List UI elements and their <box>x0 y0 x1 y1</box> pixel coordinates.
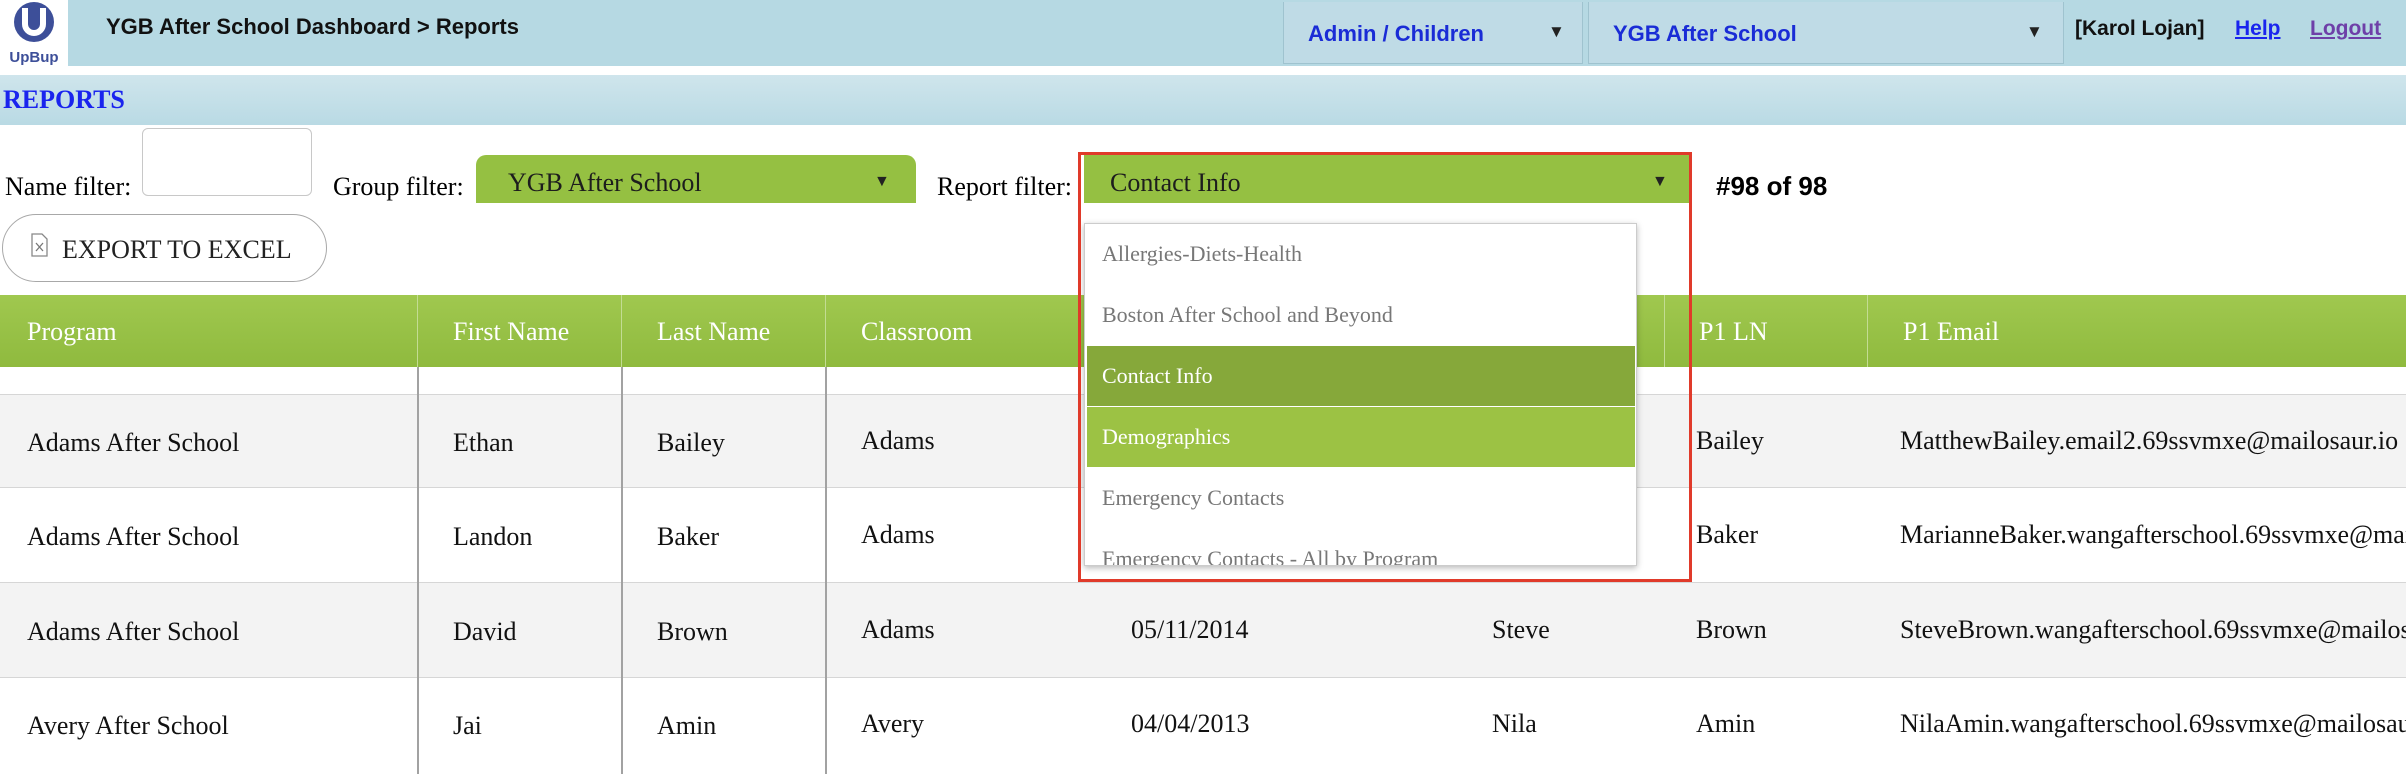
cell-program: Avery After School <box>27 711 229 740</box>
cell-p1-fn: Steve <box>1492 615 1550 644</box>
cell-last-name: Baker <box>657 522 720 551</box>
chevron-down-icon: ▼ <box>2026 22 2043 41</box>
chevron-down-icon: ▼ <box>1548 22 1565 41</box>
report-filter-label: Report filter: <box>937 172 1073 201</box>
cell-classroom: Avery <box>861 709 925 738</box>
cell-last-name: Bailey <box>657 428 725 457</box>
column-line <box>621 367 623 774</box>
page-title: REPORTS <box>3 85 125 114</box>
chevron-down-icon: ▼ <box>874 173 890 190</box>
report-option-hovered[interactable]: Demographics <box>1087 407 1635 467</box>
report-filter-select[interactable]: Contact Info ▼ <box>1084 155 1690 203</box>
column-header-p1-email[interactable]: P1 Email <box>1903 317 1999 347</box>
column-header-first-name[interactable]: First Name <box>453 317 569 347</box>
cell-p1-email: NilaAmin.wangafterschool.69ssvmxe@mailos… <box>1900 709 2406 738</box>
cell-classroom: Adams <box>861 426 935 455</box>
row-divider <box>0 677 2406 678</box>
column-divider <box>417 295 418 367</box>
cell-classroom: Adams <box>861 615 935 644</box>
report-filter-value: Contact Info <box>1110 168 1241 197</box>
export-to-excel-button[interactable]: EXPORT TO EXCEL <box>2 214 327 282</box>
cell-p1-ln: Amin <box>1696 709 1756 738</box>
cell-dob: 04/04/2013 <box>1131 709 1250 738</box>
column-divider <box>1867 295 1868 367</box>
cell-p1-fn: Nila <box>1492 709 1537 738</box>
cell-p1-email: SteveBrown.wangafterschool.69ssvmxe@mail… <box>1900 615 2406 644</box>
top-header: UpBup YGB After School Dashboard > Repor… <box>0 0 2406 66</box>
site-select-value: YGB After School <box>1613 21 1797 46</box>
report-option[interactable]: Emergency Contacts <box>1087 468 1635 528</box>
report-option-selected[interactable]: Contact Info <box>1087 346 1635 406</box>
column-header-program[interactable]: Program <box>27 317 117 347</box>
breadcrumb: YGB After School Dashboard > Reports <box>106 14 519 39</box>
logout-link[interactable]: Logout <box>2310 17 2381 41</box>
column-line <box>417 367 419 774</box>
column-divider <box>621 295 622 367</box>
cell-classroom: Adams <box>861 520 935 549</box>
excel-file-icon <box>31 233 48 257</box>
cell-p1-email: MatthewBailey.email2.69ssvmxe@mailosaur.… <box>1900 426 2399 455</box>
column-header-p1-ln[interactable]: P1 LN <box>1699 317 1768 347</box>
column-header-classroom[interactable]: Classroom <box>861 317 972 347</box>
record-count: #98 of 98 <box>1716 171 1828 201</box>
cell-p1-ln: Baker <box>1696 520 1759 549</box>
reports-bar: REPORTS <box>0 75 2406 125</box>
upbup-logo[interactable]: UpBup <box>0 0 68 66</box>
row-divider <box>0 582 2406 583</box>
report-option[interactable]: Allergies-Diets-Health <box>1087 224 1635 284</box>
cell-last-name: Amin <box>657 711 717 740</box>
site-select[interactable]: YGB After School ▼ <box>1588 2 2064 64</box>
report-filter-dropdown[interactable]: Allergies-Diets-Health Boston After Scho… <box>1084 223 1637 566</box>
column-line <box>825 367 827 774</box>
cell-p1-ln: Brown <box>1696 615 1767 644</box>
cell-dob: 05/11/2014 <box>1131 615 1249 644</box>
cell-program: Adams After School <box>27 617 240 646</box>
cell-first-name: Jai <box>453 711 482 740</box>
cell-p1-email: MarianneBaker.wangafterschool.69ssvmxe@m… <box>1900 520 2406 549</box>
cell-p1-ln: Bailey <box>1696 426 1764 455</box>
group-filter-value: YGB After School <box>508 168 702 197</box>
group-filter-label: Group filter: <box>333 172 464 201</box>
view-select[interactable]: Admin / Children ▼ <box>1283 2 1583 64</box>
cell-program: Adams After School <box>27 522 240 551</box>
group-filter-select[interactable]: YGB After School ▼ <box>476 155 916 203</box>
report-option[interactable]: Boston After School and Beyond <box>1087 285 1635 345</box>
export-button-label: EXPORT TO EXCEL <box>62 235 292 264</box>
column-divider <box>825 295 826 367</box>
name-filter-label: Name filter: <box>5 172 132 201</box>
svg-text:UpBup: UpBup <box>9 49 58 66</box>
column-divider <box>1664 295 1665 367</box>
help-link[interactable]: Help <box>2235 17 2281 41</box>
chevron-down-icon: ▼ <box>1652 173 1668 190</box>
report-option[interactable]: Emergency Contacts - All by Program <box>1087 529 1635 565</box>
cell-first-name: David <box>453 617 517 646</box>
cell-program: Adams After School <box>27 428 240 457</box>
view-select-value: Admin / Children <box>1308 21 1484 46</box>
cell-first-name: Landon <box>453 522 533 551</box>
name-filter-input[interactable] <box>142 128 312 196</box>
user-name: [Karol Lojan] <box>2075 17 2205 40</box>
cell-first-name: Ethan <box>453 428 514 457</box>
cell-last-name: Brown <box>657 617 728 646</box>
column-header-last-name[interactable]: Last Name <box>657 317 770 347</box>
